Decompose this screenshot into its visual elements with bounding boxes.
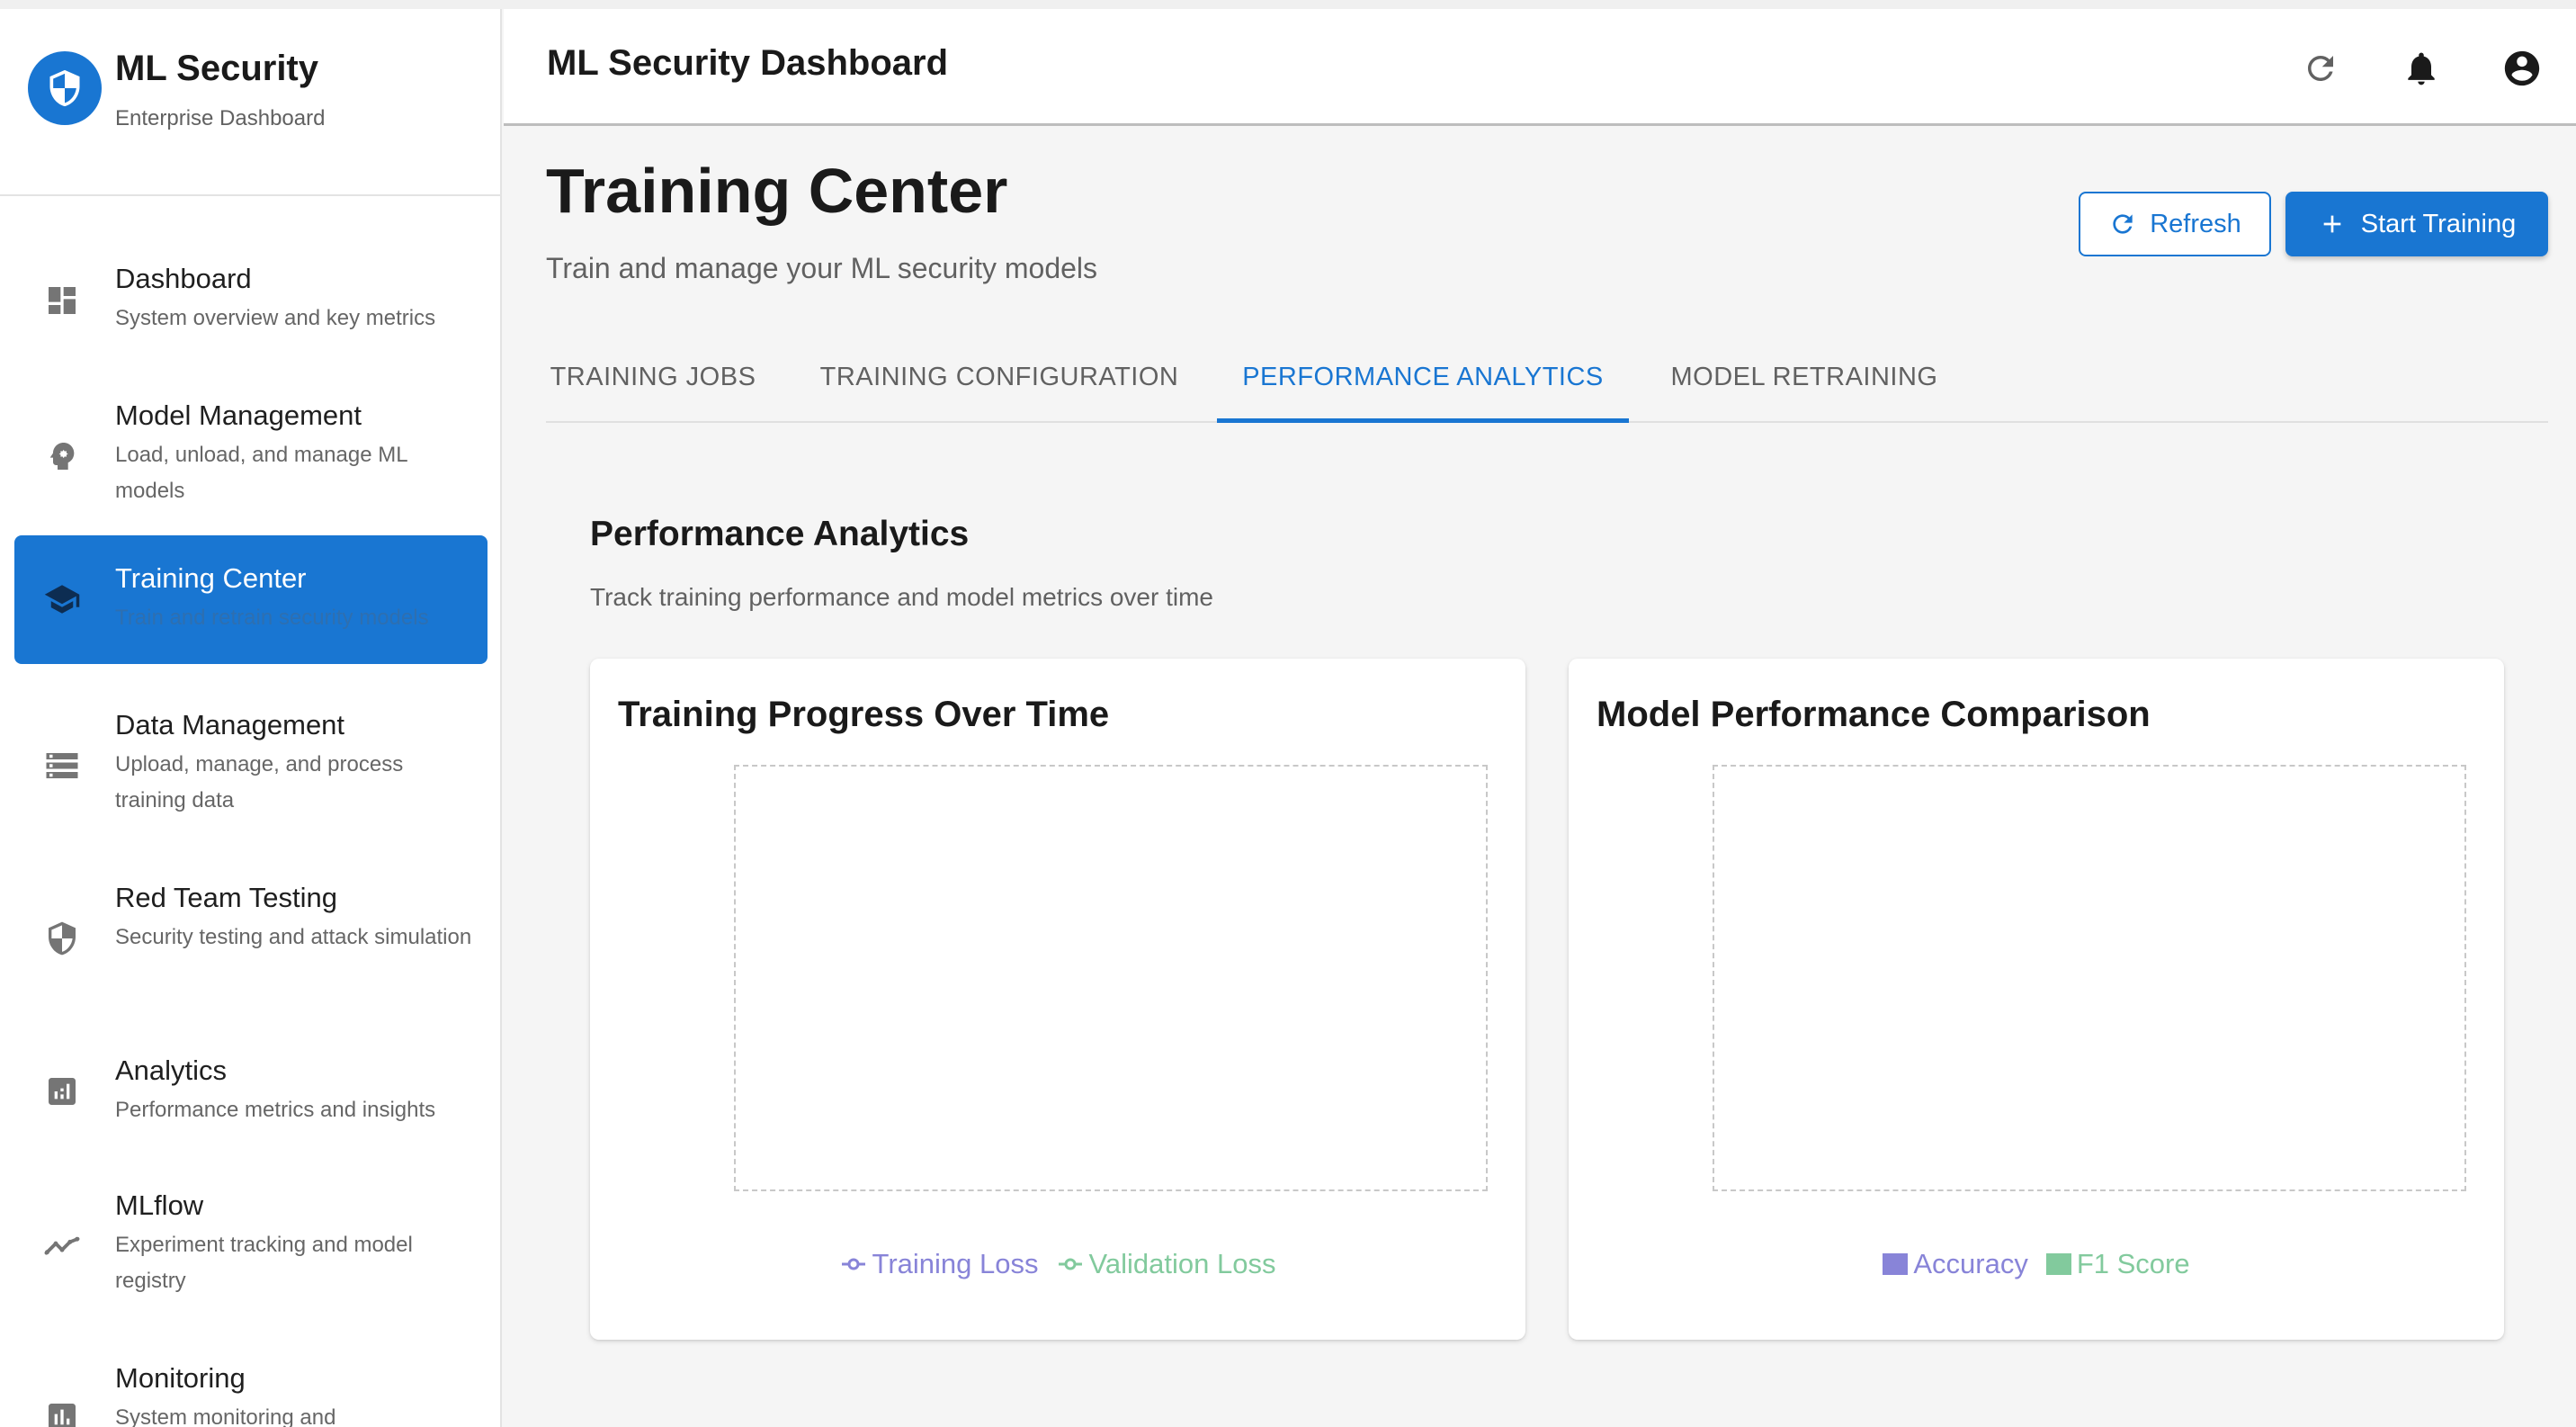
legend-swatch: [1883, 1253, 1909, 1275]
model-settings-icon: [43, 437, 81, 475]
dashboard-icon: [43, 282, 81, 319]
sidebar-item-label: Dashboard: [115, 263, 252, 294]
brand-header: ML Security Enterprise Dashboard: [0, 9, 500, 196]
app-header: ML Security Dashboard: [504, 9, 2576, 126]
school-icon: [43, 580, 81, 618]
sidebar-item-mlflow[interactable]: MLflow Experiment tracking and model reg…: [14, 1171, 487, 1315]
sidebar-item-analytics[interactable]: Analytics Performance metrics and insigh…: [14, 1037, 487, 1144]
bell-icon[interactable]: [2400, 47, 2443, 90]
brand-subtitle: Enterprise Dashboard: [115, 106, 326, 130]
chart-legend: Training Loss Validation Loss: [590, 1248, 1525, 1280]
line-marker-icon: [841, 1258, 865, 1270]
sidebar-item-dashboard[interactable]: Dashboard System overview and key metric…: [14, 245, 487, 353]
legend-item-validation-loss[interactable]: Validation Loss: [1057, 1248, 1276, 1280]
legend-item-training-loss[interactable]: Training Loss: [840, 1248, 1039, 1280]
refresh-button-label: Refresh: [2150, 209, 2241, 238]
bar-chart-icon: [43, 1398, 81, 1427]
sidebar-item-label: Monitoring: [115, 1362, 246, 1394]
chart-title: Model Performance Comparison: [1597, 695, 2151, 734]
start-training-button[interactable]: Start Training: [2285, 192, 2548, 256]
sidebar-item-description: Experiment tracking and model registry: [115, 1233, 413, 1293]
legend-label: Training Loss: [872, 1248, 1039, 1279]
legend-swatch: [2045, 1253, 2071, 1275]
sidebar-item-description: Upload, manage, and process training dat…: [115, 752, 404, 812]
account-icon[interactable]: [2500, 47, 2544, 90]
sidebar-item-label: Red Team Testing: [115, 882, 338, 913]
tab-bar: TRAINING JOBS TRAINING CONFIGURATION PER…: [546, 333, 2548, 423]
tab-training-jobs[interactable]: TRAINING JOBS: [546, 333, 760, 421]
refresh-button[interactable]: Refresh: [2079, 192, 2271, 256]
sidebar-item-label: Model Management: [115, 399, 362, 431]
chart-plot-area: [1713, 765, 2466, 1191]
app-root: ML Security Enterprise Dashboard Dashboa…: [0, 0, 2576, 1427]
sidebar-item-description: Load, unload, and manage ML models: [115, 443, 407, 503]
tab-training-configuration[interactable]: TRAINING CONFIGURATION: [819, 333, 1179, 421]
sidebar-item-description: System monitoring and: [115, 1405, 336, 1427]
refresh-icon: [2113, 214, 2133, 234]
sidebar-item-label: Training Center: [115, 562, 307, 594]
legend-label: F1 Score: [2076, 1248, 2190, 1279]
analytics-icon: [43, 1072, 81, 1110]
brand-title: ML Security: [115, 49, 318, 88]
sidebar-item-label: Data Management: [115, 709, 345, 740]
sidebar-item-description: Train and retrain security models: [115, 606, 429, 630]
model-performance-card: Model Performance Comparison Accuracy F1…: [1569, 659, 2504, 1340]
sidebar-item-label: MLflow: [115, 1189, 204, 1221]
page-subtitle: Train and manage your ML security models: [546, 252, 1098, 284]
chart-plot-area: [734, 765, 1488, 1191]
shield-icon: [28, 51, 102, 125]
sidebar-item-training-center[interactable]: Training Center Train and retrain securi…: [14, 535, 487, 664]
line-marker-icon: [1058, 1258, 1082, 1270]
legend-label: Validation Loss: [1088, 1248, 1276, 1279]
sidebar-item-monitoring[interactable]: Monitoring System monitoring and: [14, 1344, 487, 1427]
top-strip: [0, 0, 2576, 9]
sidebar-item-red-team-testing[interactable]: Red Team Testing Security testing and at…: [14, 864, 487, 1008]
header-title: ML Security Dashboard: [547, 43, 949, 83]
legend-item-f1-score[interactable]: F1 Score: [2045, 1248, 2190, 1280]
tab-model-retraining[interactable]: MODEL RETRAINING: [1649, 333, 1960, 421]
legend-label: Accuracy: [1913, 1248, 2028, 1279]
plus-icon: [2323, 215, 2341, 233]
sidebar: ML Security Enterprise Dashboard Dashboa…: [0, 9, 502, 1427]
timeline-icon: [43, 1225, 81, 1263]
chart-title: Training Progress Over Time: [618, 695, 1110, 734]
chart-legend: Accuracy F1 Score: [1569, 1248, 2504, 1280]
sidebar-item-model-management[interactable]: Model Management Load, unload, and manag…: [14, 381, 487, 525]
legend-item-accuracy[interactable]: Accuracy: [1883, 1248, 2028, 1280]
security-icon: [43, 920, 81, 957]
refresh-icon[interactable]: [2299, 47, 2342, 90]
page-title: Training Center: [546, 156, 1008, 226]
tab-performance-analytics[interactable]: PERFORMANCE ANALYTICS: [1217, 333, 1629, 423]
training-progress-card: Training Progress Over Time Training Los…: [590, 659, 1525, 1340]
sidebar-item-data-management[interactable]: Data Management Upload, manage, and proc…: [14, 691, 487, 835]
section-title: Performance Analytics: [590, 515, 970, 553]
section-subtitle: Track training performance and model met…: [590, 583, 1213, 611]
sidebar-item-description: Security testing and attack simulation: [115, 925, 472, 949]
sidebar-item-description: Performance metrics and insights: [115, 1098, 436, 1122]
start-training-button-label: Start Training: [2360, 209, 2517, 238]
sidebar-item-description: System overview and key metrics: [115, 306, 436, 330]
sidebar-item-label: Analytics: [115, 1055, 228, 1086]
storage-icon: [43, 747, 81, 785]
